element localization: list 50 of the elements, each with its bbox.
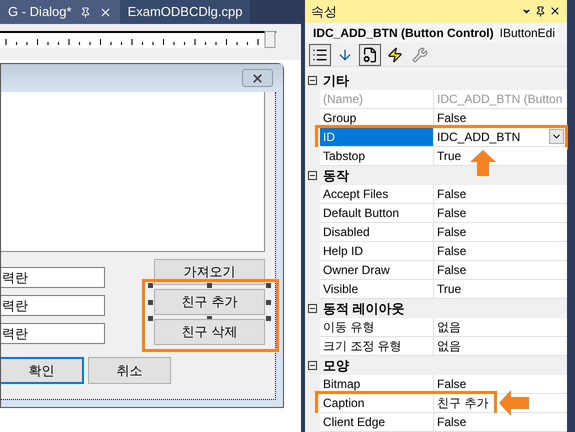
categorized-icon	[312, 46, 328, 63]
close-icon[interactable]	[98, 6, 112, 18]
property-value[interactable]: 없음	[437, 337, 461, 356]
collapse-toggle[interactable]	[308, 361, 317, 370]
collapse-toggle[interactable]	[308, 76, 317, 86]
property-name[interactable]: Tabstop	[320, 147, 434, 166]
pin-icon[interactable]	[535, 6, 546, 17]
close-icon	[251, 72, 264, 84]
category-label[interactable]: 동작	[323, 166, 349, 186]
lightning-icon	[387, 46, 403, 63]
selection-handles[interactable]	[148, 283, 271, 321]
property-name[interactable]: Accept Files	[320, 185, 434, 204]
collapse-toggle[interactable]	[308, 304, 317, 314]
property-name[interactable]: Help ID	[320, 242, 434, 262]
toolbar-button[interactable]	[359, 44, 381, 66]
category-label[interactable]: 모양	[323, 356, 349, 376]
properties-icon	[362, 46, 378, 63]
sort-icon	[337, 46, 353, 63]
editor-tab[interactable]: G - Dialog*	[0, 0, 120, 24]
property-name[interactable]: Visible	[320, 280, 434, 300]
object-type: IButtonEdi	[500, 25, 556, 42]
category-label[interactable]: 기타	[323, 70, 349, 90]
text-field[interactable]: 력란	[1, 267, 105, 288]
editor-tab[interactable]: ExamODBCDlg.cpp	[120, 0, 250, 24]
text-field[interactable]: 력란	[1, 323, 105, 344]
property-name[interactable]: ID	[320, 128, 434, 148]
property-name[interactable]: 크기 조정 유형	[320, 337, 434, 356]
dialog-button[interactable]: 확인	[1, 357, 84, 384]
close-icon[interactable]	[549, 5, 561, 18]
collapse-toggle[interactable]	[308, 171, 317, 180]
object-name: IDC_ADD_BTN (Button Control)	[313, 25, 494, 42]
property-value[interactable]: True	[437, 280, 462, 298]
dialog-button[interactable]: 친구 삭제	[154, 319, 265, 345]
toolbar-button[interactable]	[309, 44, 331, 66]
property-value[interactable]: True	[437, 147, 462, 166]
property-name[interactable]: Client Edge	[320, 413, 434, 432]
dialog-button[interactable]: 친구 추가	[154, 289, 265, 315]
dropdown-button[interactable]	[549, 129, 564, 144]
property-name[interactable]: Caption	[320, 394, 434, 414]
property-value[interactable]: 없음	[437, 318, 461, 336]
text-field[interactable]: 력란	[1, 295, 105, 316]
pin-icon[interactable]	[80, 6, 91, 18]
property-name[interactable]: Owner Draw	[320, 261, 434, 280]
dialog-button[interactable]: 취소	[88, 357, 171, 384]
property-name[interactable]: Disabled	[320, 223, 434, 242]
property-name[interactable]: 이동 유형	[320, 318, 434, 338]
wrench-icon	[412, 46, 428, 63]
close-button[interactable]	[242, 69, 273, 87]
panel-title: 속성	[311, 2, 337, 21]
property-name[interactable]: Default Button	[320, 204, 434, 224]
